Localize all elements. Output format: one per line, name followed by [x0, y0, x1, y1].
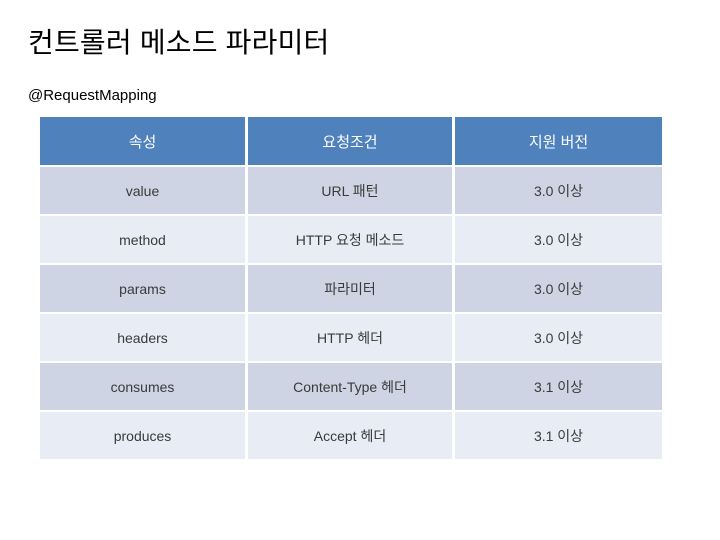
- cell-version: 3.0 이상: [455, 314, 662, 363]
- table-row: params 파라미터 3.0 이상: [40, 265, 662, 314]
- table-header: 속성 요청조건 지원 버전: [40, 117, 662, 167]
- cell-condition: Content-Type 헤더: [248, 363, 455, 412]
- column-header-condition: 요청조건: [248, 117, 455, 167]
- cell-attribute: produces: [40, 412, 248, 459]
- table-row: consumes Content-Type 헤더 3.1 이상: [40, 363, 662, 412]
- table-row: headers HTTP 헤더 3.0 이상: [40, 314, 662, 363]
- column-header-version: 지원 버전: [455, 117, 662, 167]
- cell-version: 3.1 이상: [455, 363, 662, 412]
- cell-version: 3.1 이상: [455, 412, 662, 459]
- cell-condition: 파라미터: [248, 265, 455, 314]
- column-header-attribute: 속성: [40, 117, 248, 167]
- table-header-row: 속성 요청조건 지원 버전: [40, 117, 662, 167]
- slide-canvas: 컨트롤러 메소드 파라미터 @RequestMapping 속성 요청조건 지원…: [0, 0, 720, 540]
- table-row: produces Accept 헤더 3.1 이상: [40, 412, 662, 459]
- cell-version: 3.0 이상: [455, 167, 662, 216]
- cell-condition: HTTP 요청 메소드: [248, 216, 455, 265]
- table-body: value URL 패턴 3.0 이상 method HTTP 요청 메소드 3…: [40, 167, 662, 459]
- cell-condition: HTTP 헤더: [248, 314, 455, 363]
- cell-attribute: params: [40, 265, 248, 314]
- cell-version: 3.0 이상: [455, 216, 662, 265]
- table-row: value URL 패턴 3.0 이상: [40, 167, 662, 216]
- table-row: method HTTP 요청 메소드 3.0 이상: [40, 216, 662, 265]
- slide-subtitle: @RequestMapping: [28, 87, 157, 104]
- cell-attribute: headers: [40, 314, 248, 363]
- cell-condition: Accept 헤더: [248, 412, 455, 459]
- cell-version: 3.0 이상: [455, 265, 662, 314]
- cell-condition: URL 패턴: [248, 167, 455, 216]
- cell-attribute: value: [40, 167, 248, 216]
- cell-attribute: method: [40, 216, 248, 265]
- parameters-table: 속성 요청조건 지원 버전 value URL 패턴 3.0 이상 method…: [40, 117, 662, 459]
- page-title: 컨트롤러 메소드 파라미터: [28, 27, 330, 58]
- cell-attribute: consumes: [40, 363, 248, 412]
